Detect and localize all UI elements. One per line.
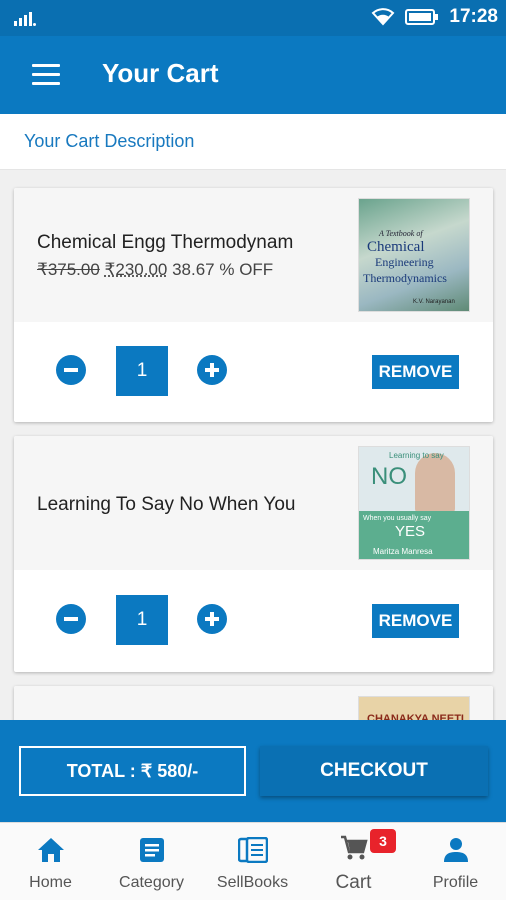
book-title: Chemical Engg Thermodynam — [37, 232, 294, 253]
decrease-quantity-button[interactable] — [56, 604, 86, 634]
nav-label: Category — [119, 874, 184, 891]
nav-item-category[interactable]: Category — [101, 823, 202, 900]
bottom-navigation: Home Category SellBooks Cart 3 Profile — [0, 822, 506, 900]
nav-label: Profile — [432, 874, 479, 891]
checkout-bar: TOTAL : ₹ 580/- CHECKOUT — [0, 720, 506, 822]
nav-item-home[interactable]: Home — [0, 823, 101, 900]
total-amount: TOTAL : ₹ 580/- — [19, 746, 246, 796]
checkout-button[interactable]: CHECKOUT — [260, 746, 488, 796]
decrease-quantity-button[interactable] — [56, 355, 86, 385]
quantity-value[interactable]: 1 — [116, 595, 168, 645]
discount-label: 38.67 % OFF — [172, 260, 274, 279]
remove-button[interactable]: REMOVE — [372, 355, 459, 389]
book-cover: Learning to say NO When you usually say … — [358, 446, 470, 560]
quantity-value[interactable]: 1 — [116, 346, 168, 396]
profile-icon — [443, 838, 468, 862]
remove-button[interactable]: REMOVE — [372, 604, 459, 638]
original-price: ₹375.00 — [37, 260, 100, 279]
cart-item: Chemical Engg Thermodynam ₹375.00 ₹230.0… — [14, 188, 493, 422]
nav-label: SellBooks — [216, 874, 289, 891]
wifi-icon — [371, 8, 395, 26]
cart-count-badge: 3 — [370, 829, 396, 853]
nav-label: Cart — [335, 872, 372, 893]
book-cover: A Textbook of Chemical Engineering Therm… — [358, 198, 470, 312]
battery-icon — [405, 9, 439, 25]
home-icon — [37, 838, 64, 862]
status-bar: 17:28 — [0, 0, 506, 36]
sale-price: ₹230.00 — [104, 260, 168, 279]
nav-label: Home — [29, 874, 72, 891]
category-icon — [139, 838, 164, 862]
cart-item: Learning To Say No When You Learning to … — [14, 436, 493, 672]
sell-books-icon — [237, 837, 268, 863]
cart-description: Your Cart Description — [0, 114, 506, 170]
clock: 17:28 — [449, 6, 498, 27]
cart-description-text: Your Cart Description — [24, 131, 195, 151]
page-title: Your Cart — [102, 58, 219, 88]
book-price: ₹375.00 ₹230.00 38.67 % OFF — [37, 260, 273, 280]
cart-icon — [340, 835, 368, 860]
signal-icon — [14, 12, 36, 26]
book-title: Learning To Say No When You — [37, 494, 296, 515]
nav-item-profile[interactable]: Profile — [405, 823, 506, 900]
increase-quantity-button[interactable] — [197, 604, 227, 634]
nav-item-sellbooks[interactable]: SellBooks — [202, 823, 303, 900]
app-bar: Your Cart — [0, 36, 506, 114]
increase-quantity-button[interactable] — [197, 355, 227, 385]
menu-icon[interactable] — [32, 64, 60, 86]
